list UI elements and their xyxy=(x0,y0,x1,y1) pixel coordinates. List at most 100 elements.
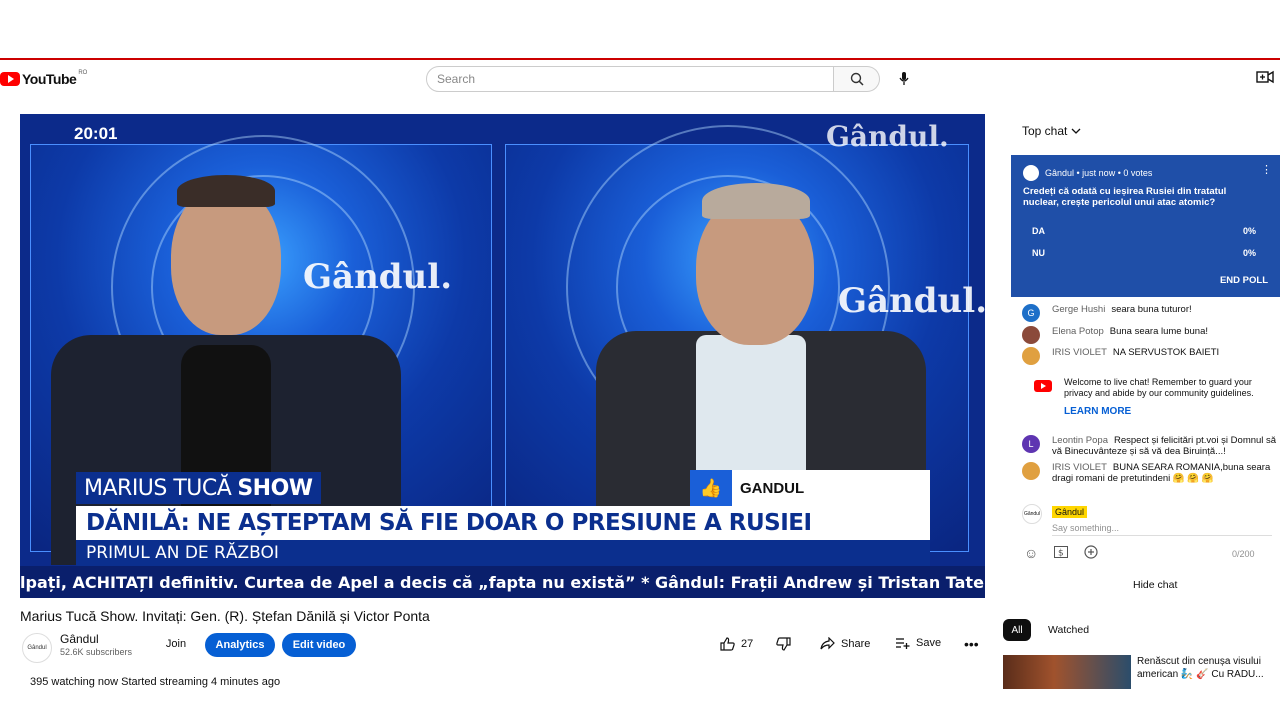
recommended-title[interactable]: Renăscut din cenușa visului american 🧞 🎸… xyxy=(1137,655,1277,681)
learn-more-link[interactable]: LEARN MORE xyxy=(1064,406,1131,417)
emoji-button[interactable]: ☺ xyxy=(1024,545,1038,561)
poll-option: DA 0% xyxy=(1023,226,1265,236)
search-icon xyxy=(850,72,864,86)
lower-third-subline: PRIMUL AN DE RĂZBOI xyxy=(76,540,930,566)
plus-circle-icon xyxy=(1084,545,1098,559)
chat-message: Elena Potop Buna seara lume buna! xyxy=(1022,326,1277,344)
poll-author-avatar xyxy=(1023,165,1039,181)
video-title: Marius Tucă Show. Invitați: Gen. (R). Șt… xyxy=(20,608,430,624)
show-name: MARIUS TUCĂ xyxy=(84,475,232,501)
analytics-button[interactable]: Analytics xyxy=(205,633,275,657)
super-chat-button[interactable]: $ xyxy=(1054,545,1068,561)
create-button[interactable] xyxy=(1256,70,1276,88)
chat-text: Buna seara lume buna! xyxy=(1109,326,1208,337)
channel-name[interactable]: Gândul xyxy=(60,632,99,646)
save-playlist-icon xyxy=(896,638,910,649)
chat-mode-label: Top chat xyxy=(1022,124,1068,138)
voice-search-button[interactable] xyxy=(893,68,915,90)
youtube-play-icon xyxy=(0,72,20,86)
chip-watched[interactable]: Watched xyxy=(1040,619,1097,641)
save-label: Save xyxy=(916,637,942,649)
top-divider xyxy=(0,58,1280,60)
chat-message: L Leontin Popa Respect și felicitări pt.v… xyxy=(1022,435,1277,457)
chat-author: IRIS VIOLET xyxy=(1052,347,1107,358)
join-button[interactable]: Join xyxy=(160,633,192,655)
studio-logo-right: Gândul. xyxy=(838,281,985,321)
social-tag-label: GANDUL xyxy=(740,479,805,497)
microphone-icon xyxy=(899,72,909,85)
chat-message: G Gerge Hushi seara buna tuturor! xyxy=(1022,304,1277,322)
more-horizontal-icon: ••• xyxy=(964,636,979,652)
poll-option: NU 0% xyxy=(1023,248,1265,258)
poll-question: Credeți că odată cu ieșirea Rusiei din t… xyxy=(1023,186,1227,208)
chat-author: Elena Potop xyxy=(1052,326,1104,337)
super-chat-icon: $ xyxy=(1054,546,1068,559)
chat-welcome-notice: Welcome to live chat! Remember to guard … xyxy=(1022,376,1277,422)
like-button[interactable]: 27 xyxy=(720,637,753,651)
studio-logo-left: Gândul. xyxy=(303,257,453,297)
chat-avatar xyxy=(1022,326,1040,344)
chat-mode-dropdown[interactable]: Top chat xyxy=(1022,124,1081,138)
chat-author: Leontin Popa xyxy=(1052,435,1108,446)
country-code: RO xyxy=(78,70,88,76)
like-count: 27 xyxy=(741,638,754,650)
hide-chat-button[interactable]: Hide chat xyxy=(1133,579,1177,591)
search-placeholder: Search xyxy=(437,72,476,86)
chat-message: IRIS VIOLET BUNA SEARA ROMANIA,buna seara… xyxy=(1022,462,1277,484)
thumbs-down-icon xyxy=(776,637,791,651)
dislike-button[interactable] xyxy=(776,637,791,651)
chat-author: IRIS VIOLET xyxy=(1052,462,1107,473)
live-stats: 395 watching now Started streaming 4 min… xyxy=(30,676,281,688)
share-label: Share xyxy=(841,637,871,650)
end-poll-button[interactable]: END POLL xyxy=(1220,275,1268,286)
chat-avatar xyxy=(1022,347,1040,365)
poll-option-label: DA xyxy=(1032,226,1045,236)
news-ticker: lpați, ACHITAȚI definitiv. Curtea de Ape… xyxy=(20,566,985,598)
chat-avatar xyxy=(1022,462,1040,480)
channel-avatar[interactable]: Gândul xyxy=(22,633,52,663)
video-player[interactable]: Gândul. Gândul. 20:01 Gândul. MARIUS TUC… xyxy=(20,114,985,598)
poll-menu-icon[interactable]: ⋮ xyxy=(1261,163,1272,176)
chat-message: IRIS VIOLET NA SERVUSTOK BAIETI xyxy=(1022,347,1277,365)
save-button[interactable]: Save xyxy=(895,637,941,649)
character-count: 0/200 xyxy=(1232,549,1255,559)
edit-video-button[interactable]: Edit video xyxy=(282,633,356,657)
show-name-bold: SHOW xyxy=(237,475,313,501)
chat-text: IRIS VIOLET BUNA SEARA ROMANIA,buna seara… xyxy=(1052,462,1277,484)
logo-text: YouTube xyxy=(22,71,77,87)
user-avatar: Gândul xyxy=(1022,504,1042,524)
recommended-thumbnail[interactable] xyxy=(1003,655,1131,689)
poll-option-label: NU xyxy=(1032,248,1045,258)
chat-text: NA SERVUSTOK BAIETI xyxy=(1112,347,1220,358)
poll-author-line: Gândul • just now • 0 votes xyxy=(1045,168,1153,178)
search-button[interactable] xyxy=(834,66,880,92)
youtube-logo[interactable]: YouTube RO xyxy=(0,70,87,88)
chat-text: Leontin Popa Respect și felicitări pt.voi… xyxy=(1052,435,1277,457)
lower-third-headline: DĂNILĂ: NE AȘTEPTAM SĂ FIE DOAR O PRESIU… xyxy=(76,506,930,540)
welcome-text: Welcome to live chat! Remember to guard … xyxy=(1064,377,1254,398)
emoji-icon: ☺ xyxy=(1024,545,1039,561)
thumbs-up-icon xyxy=(720,637,735,651)
top-blank-area xyxy=(0,0,1280,58)
more-actions-button[interactable]: ••• xyxy=(964,636,979,652)
add-button[interactable] xyxy=(1084,545,1098,562)
chat-input[interactable]: Say something... xyxy=(1052,523,1119,533)
create-video-icon xyxy=(1256,70,1274,84)
poll-option-percent: 0% xyxy=(1242,248,1256,258)
chat-input-author: Gândul xyxy=(1052,506,1088,518)
show-name-bar: MARIUS TUCĂ SHOW xyxy=(76,472,321,504)
chat-avatar: G xyxy=(1022,304,1040,322)
thumbs-up-icon: 👍 xyxy=(690,470,732,506)
poll-header: Gândul • just now • 0 votes xyxy=(1023,165,1152,181)
broadcast-clock: 20:01 xyxy=(74,124,118,143)
subscriber-count: 52.6K subscribers xyxy=(60,647,133,657)
svg-text:$: $ xyxy=(1058,549,1064,559)
share-icon xyxy=(820,637,835,650)
chat-input-underline xyxy=(1052,535,1272,536)
share-button[interactable]: Share xyxy=(820,637,870,650)
search-input[interactable]: Search xyxy=(426,66,834,92)
poll-option-percent: 0% xyxy=(1242,226,1256,236)
live-poll: Gândul • just now • 0 votes ⋮ Credeți că… xyxy=(1011,155,1280,297)
chip-all[interactable]: All xyxy=(1003,619,1031,641)
channel-watermark: Gândul. xyxy=(826,120,949,153)
